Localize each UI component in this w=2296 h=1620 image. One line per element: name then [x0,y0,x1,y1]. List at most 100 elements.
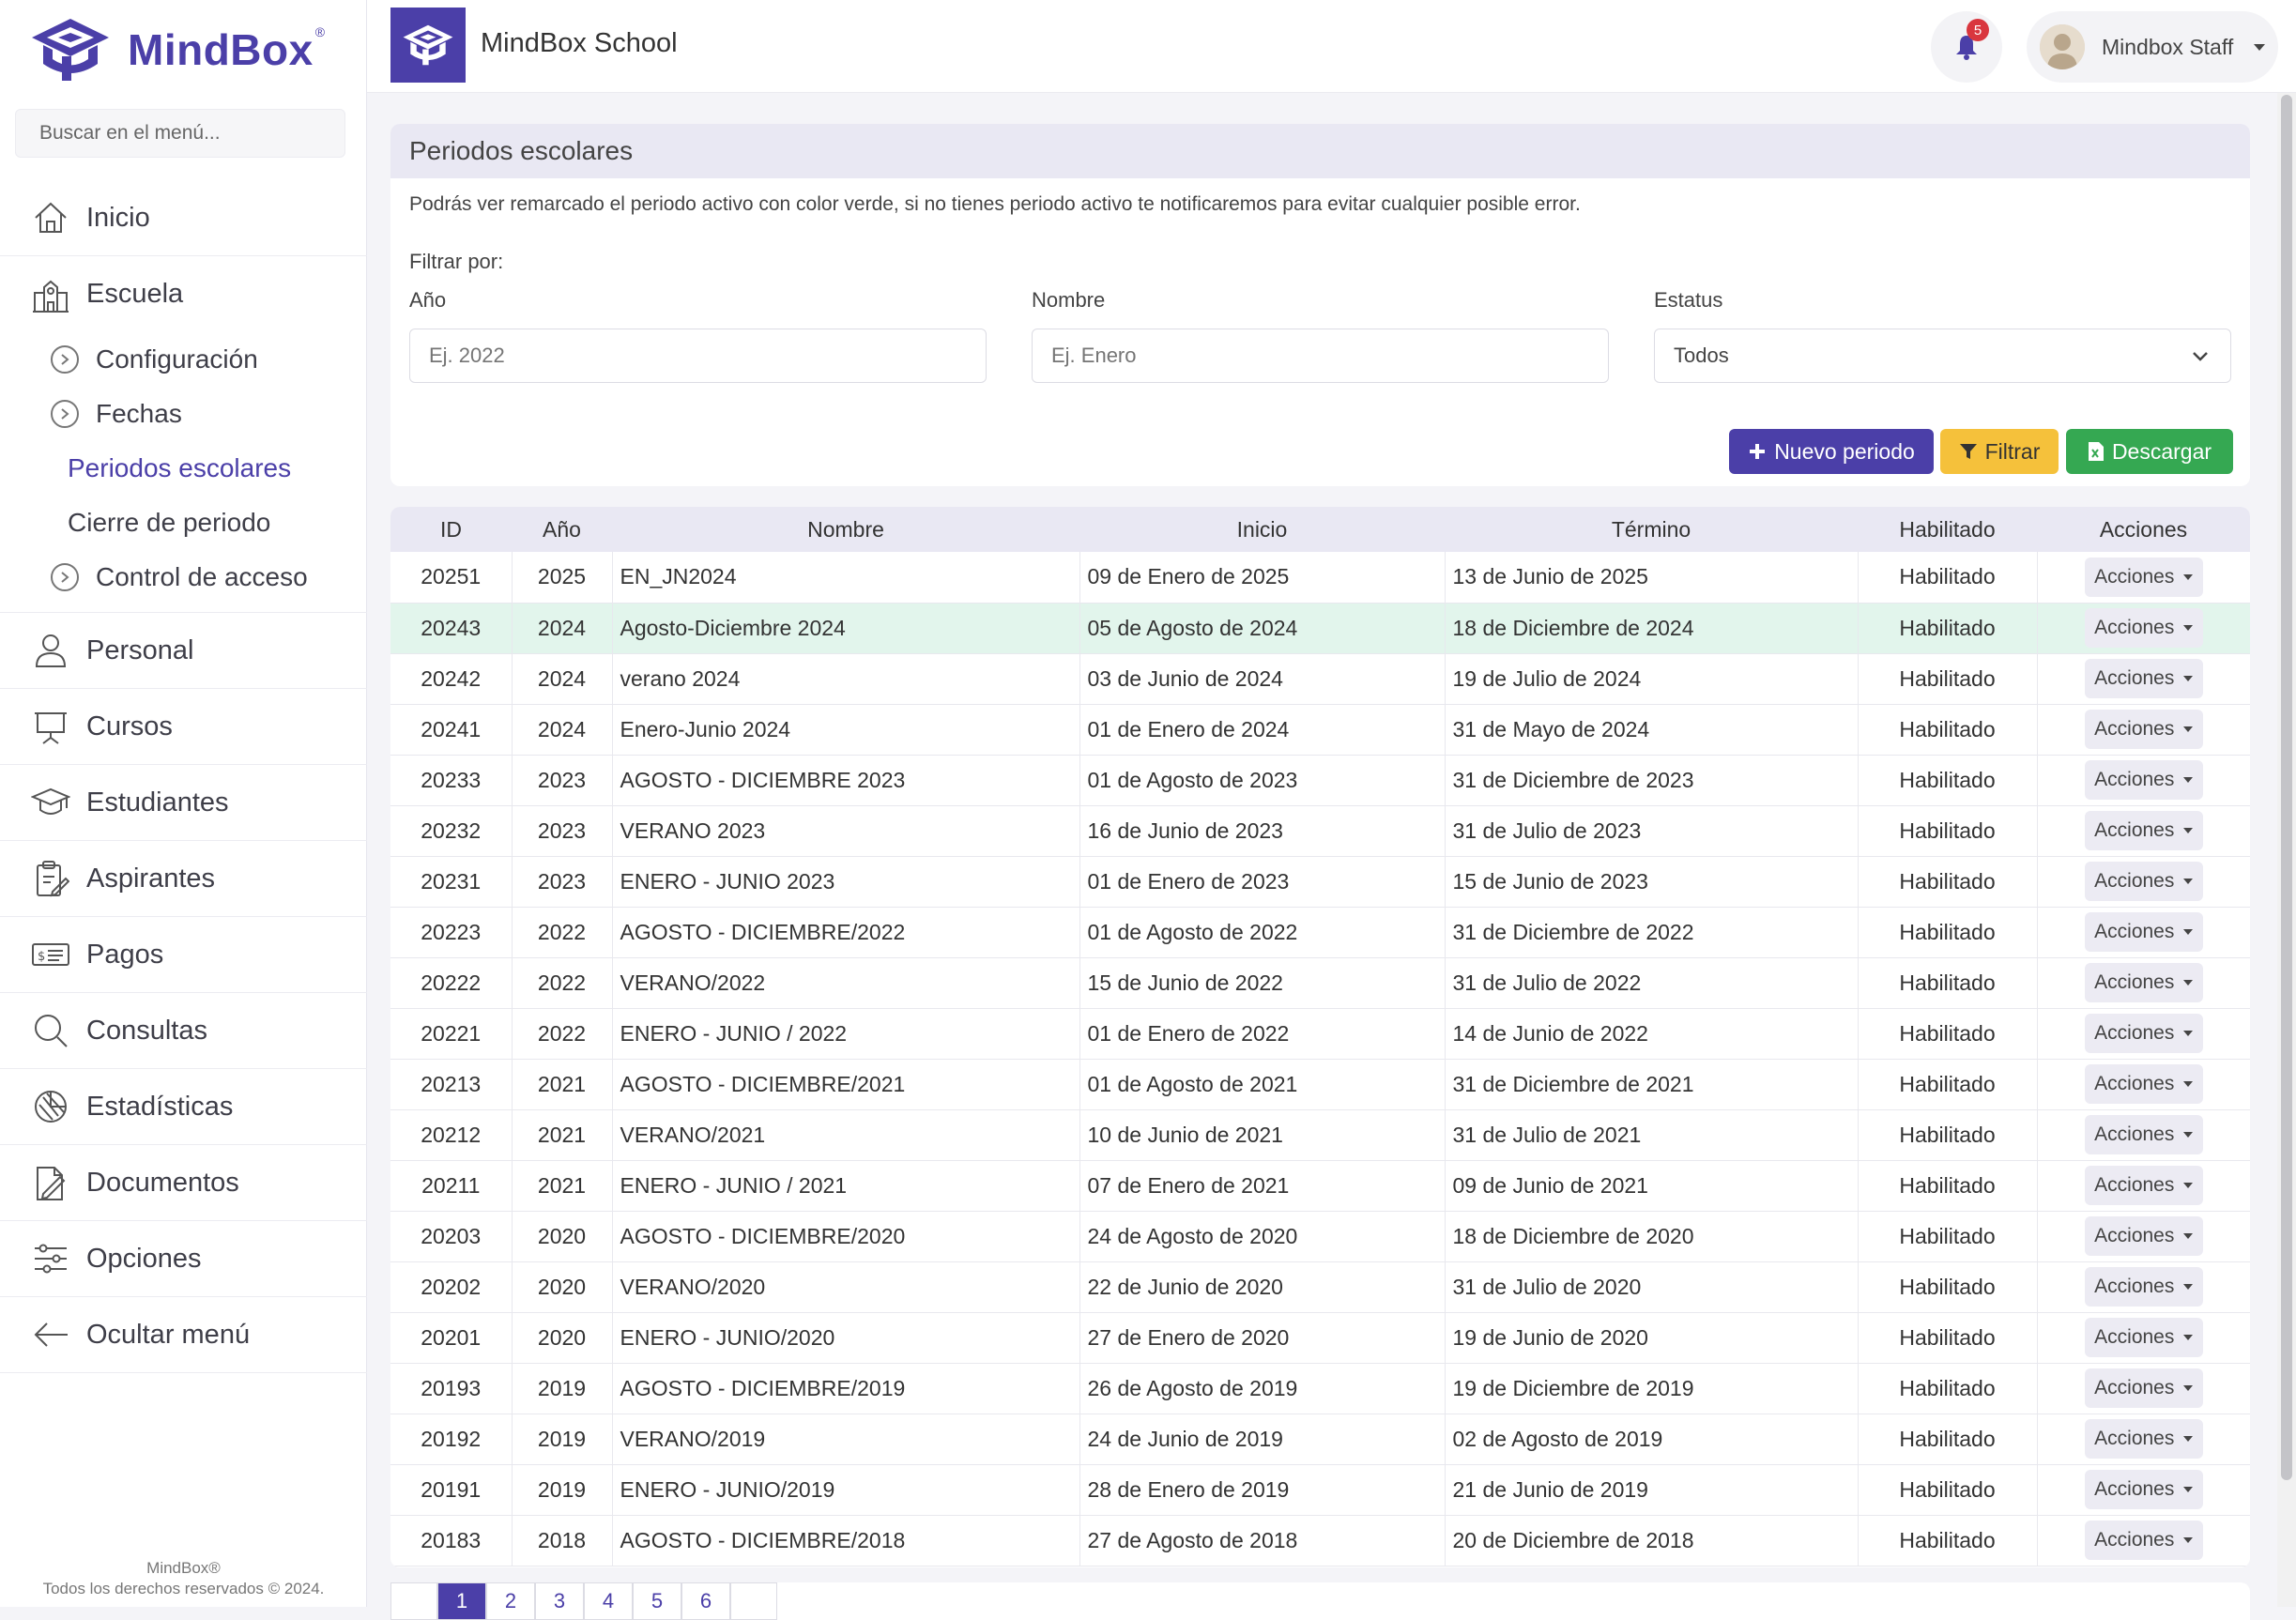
status-select[interactable]: Todos [1654,329,2231,383]
pagination-page-5[interactable]: 5 [633,1582,681,1620]
table-row[interactable]: 20223 2022 AGOSTO - DICIEMBRE/2022 01 de Ag… [390,907,2250,957]
cell-end: 31 de Diciembre de 2021 [1445,1059,1859,1109]
row-actions-label: Acciones [2094,1225,2175,1246]
row-actions-dropdown[interactable]: Acciones [2084,760,2203,800]
cell-end: 19 de Diciembre de 2019 [1445,1363,1859,1414]
table-row[interactable]: 20191 2019 ENERO - JUNIO/2019 28 de Enero d… [390,1464,2250,1515]
pagination-page-4[interactable]: 4 [584,1582,633,1620]
table-row[interactable]: 20231 2023 ENERO - JUNIO 2023 01 de Enero d… [390,856,2250,907]
sidebar-item-ocultar-menu[interactable]: Ocultar menú [0,1297,367,1373]
sidebar-item-opciones[interactable]: Opciones [0,1221,367,1297]
table-row[interactable]: 20221 2022 ENERO - JUNIO / 2022 01 de Enero… [390,1008,2250,1059]
sidebar-item-pagos[interactable]: $ Pagos [0,917,367,993]
school-logo[interactable] [390,8,466,83]
table-row[interactable]: 20212 2021 VERANO/2021 10 de Junio de 2021 3… [390,1109,2250,1160]
column-header-id[interactable]: ID [390,507,512,552]
table-row-active[interactable]: 20243 2024 Agosto-Diciembre 2024 05 de Agos… [390,603,2250,653]
sidebar-item-personal[interactable]: Personal [0,613,367,689]
column-header-year[interactable]: Año [512,507,612,552]
cell-actions: Acciones [2037,957,2250,1008]
sidebar-subitem-label: Fechas [96,399,182,428]
row-actions-dropdown[interactable]: Acciones [2084,1216,2203,1256]
sidebar-item-consultas[interactable]: Consultas [0,993,367,1069]
row-actions-dropdown[interactable]: Acciones [2084,1368,2203,1408]
pagination-page-1[interactable]: 1 [437,1582,486,1620]
notifications-button[interactable]: 5 [1931,11,2002,83]
row-actions-dropdown[interactable]: Acciones [2084,963,2203,1002]
row-actions-dropdown[interactable]: Acciones [2084,1318,2203,1357]
row-actions-dropdown[interactable]: Acciones [2084,1064,2203,1104]
sidebar-item-estudiantes[interactable]: Estudiantes [0,765,367,841]
filter-button[interactable]: Filtrar [1940,429,2059,474]
table-row[interactable]: 20192 2019 VERANO/2019 24 de Junio de 2019 0… [390,1414,2250,1464]
menu-search-input[interactable]: Buscar en el menú... [15,109,345,158]
table-row[interactable]: 20251 2025 EN_JN2024 09 de Enero de 2025 13 … [390,552,2250,603]
caret-down-icon [2183,1081,2194,1087]
table-row[interactable]: 20183 2018 AGOSTO - DICIEMBRE/2018 27 de Ag… [390,1515,2250,1566]
pagination-next[interactable] [730,1582,777,1620]
table-row[interactable]: 20201 2020 ENERO - JUNIO/2020 27 de Enero d… [390,1312,2250,1363]
user-menu[interactable]: Mindbox Staff [2027,11,2278,83]
page-scrollbar[interactable] [2277,93,2296,1607]
cell-name: ENERO - JUNIO / 2021 [612,1160,1080,1211]
cell-enabled: Habilitado [1858,1261,2038,1312]
row-actions-dropdown[interactable]: Acciones [2084,1115,2203,1154]
row-actions-dropdown[interactable]: Acciones [2084,912,2203,952]
table-row[interactable]: 20233 2023 AGOSTO - DICIEMBRE 2023 01 de Ag… [390,755,2250,805]
avatar [2040,24,2085,69]
scrollbar-thumb[interactable] [2281,95,2292,1480]
row-actions-dropdown[interactable]: Acciones [2084,862,2203,901]
pagination-prev[interactable] [390,1582,437,1620]
row-actions-dropdown[interactable]: Acciones [2084,1521,2203,1560]
row-actions-dropdown[interactable]: Acciones [2084,710,2203,749]
sidebar-subitem-cierre[interactable]: Cierre de periodo [0,496,367,550]
table-row[interactable]: 20242 2024 verano 2024 03 de Junio de 2024 1… [390,653,2250,704]
table-row[interactable]: 20211 2021 ENERO - JUNIO / 2021 07 de Enero… [390,1160,2250,1211]
sidebar-item-escuela[interactable]: Escuela [0,256,367,332]
table-row[interactable]: 20213 2021 AGOSTO - DICIEMBRE/2021 01 de Ag… [390,1059,2250,1109]
sidebar-item-documentos[interactable]: Documentos [0,1145,367,1221]
row-actions-dropdown[interactable]: Acciones [2084,1014,2203,1053]
sidebar-item-estadisticas[interactable]: Estadísticas [0,1069,367,1145]
table-row[interactable]: 20241 2024 Enero-Junio 2024 01 de Enero de … [390,704,2250,755]
sidebar-subitem-configuracion[interactable]: Configuración [0,332,367,387]
pagination-page-3[interactable]: 3 [535,1582,584,1620]
column-header-name[interactable]: Nombre [612,507,1079,552]
sidebar-item-inicio[interactable]: Inicio [0,180,367,256]
column-header-start[interactable]: Inicio [1079,507,1445,552]
table-row[interactable]: 20193 2019 AGOSTO - DICIEMBRE/2019 26 de Ag… [390,1363,2250,1414]
row-actions-dropdown[interactable]: Acciones [2084,659,2203,698]
cell-enabled: Habilitado [1858,1109,2038,1160]
row-actions-dropdown[interactable]: Acciones [2084,1267,2203,1307]
sidebar-subitem-control-acceso[interactable]: Control de acceso [0,550,367,604]
year-input[interactable] [409,329,987,383]
table-row[interactable]: 20222 2022 VERANO/2022 15 de Junio de 2022 3… [390,957,2250,1008]
sidebar-subitem-fechas[interactable]: Fechas [0,387,367,441]
row-actions-dropdown[interactable]: Acciones [2084,1166,2203,1205]
row-actions-dropdown[interactable]: Acciones [2084,1470,2203,1509]
download-button[interactable]: Descargar [2066,429,2233,474]
column-header-end[interactable]: Término [1445,507,1858,552]
sidebar-item-aspirantes[interactable]: Aspirantes [0,841,367,917]
row-actions-dropdown[interactable]: Acciones [2084,1419,2203,1459]
brand-logo[interactable]: MindBox ® [28,15,326,84]
column-header-enabled[interactable]: Habilitado [1858,507,2037,552]
pagination-page-6[interactable]: 6 [681,1582,730,1620]
cell-enabled: Habilitado [1858,704,2038,755]
table-row[interactable]: 20202 2020 VERANO/2020 22 de Junio de 2020 3… [390,1261,2250,1312]
cell-end: 02 de Agosto de 2019 [1445,1414,1859,1464]
table-row[interactable]: 20203 2020 AGOSTO - DICIEMBRE/2020 24 de Ag… [390,1211,2250,1261]
cell-id: 20233 [390,755,513,805]
sidebar-subitem-periodos[interactable]: Periodos escolares [0,441,367,496]
new-period-button[interactable]: Nuevo periodo [1729,429,1934,474]
row-actions-dropdown[interactable]: Acciones [2084,608,2203,648]
cell-actions: Acciones [2037,1160,2250,1211]
pagination-page-2[interactable]: 2 [486,1582,535,1620]
cell-name: Enero-Junio 2024 [612,704,1080,755]
row-actions-dropdown[interactable]: Acciones [2084,557,2203,597]
table-row[interactable]: 20232 2023 VERANO 2023 16 de Junio de 2023 3… [390,805,2250,856]
cell-start: 03 de Junio de 2024 [1079,653,1446,704]
row-actions-dropdown[interactable]: Acciones [2084,811,2203,850]
name-input[interactable] [1032,329,1609,383]
sidebar-item-cursos[interactable]: Cursos [0,689,367,765]
